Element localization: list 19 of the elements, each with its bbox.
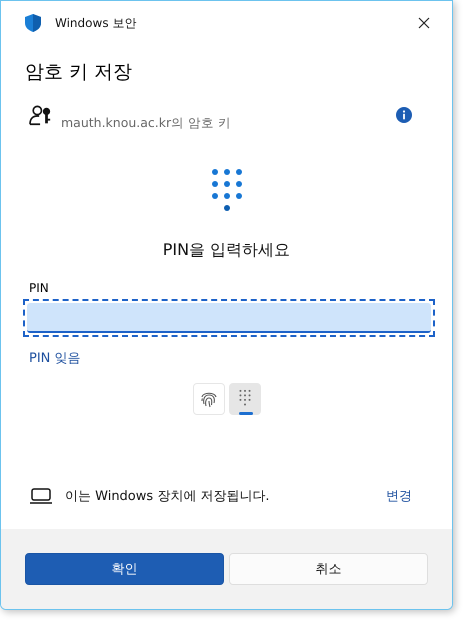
shield-icon	[25, 14, 41, 32]
pin-prompt: PIN을 입력하세요	[162, 240, 290, 261]
cancel-button[interactable]: 취소	[229, 553, 428, 585]
storage-note: 이는 Windows 장치에 저장됩니다.	[65, 488, 271, 505]
keypad-button[interactable]	[228, 383, 260, 415]
account-label: mauth.knou.ac.kr의 암호 키	[61, 115, 232, 132]
dialog-heading: 암호 키 저장	[25, 60, 134, 85]
change-link[interactable]: 변경	[386, 487, 412, 505]
info-icon[interactable]	[396, 107, 412, 123]
ok-button[interactable]: 확인	[25, 553, 224, 585]
forgot-pin-link[interactable]: PIN 잊음	[29, 349, 81, 367]
field-label: PIN	[29, 281, 50, 295]
person-key-icon	[29, 105, 53, 127]
laptop-icon	[29, 488, 53, 504]
pin-field[interactable]	[23, 299, 435, 337]
window-title: Windows 보안	[55, 14, 138, 32]
close-icon[interactable]	[418, 17, 430, 29]
keypad-icon	[210, 168, 242, 212]
fingerprint-button[interactable]	[192, 383, 224, 415]
